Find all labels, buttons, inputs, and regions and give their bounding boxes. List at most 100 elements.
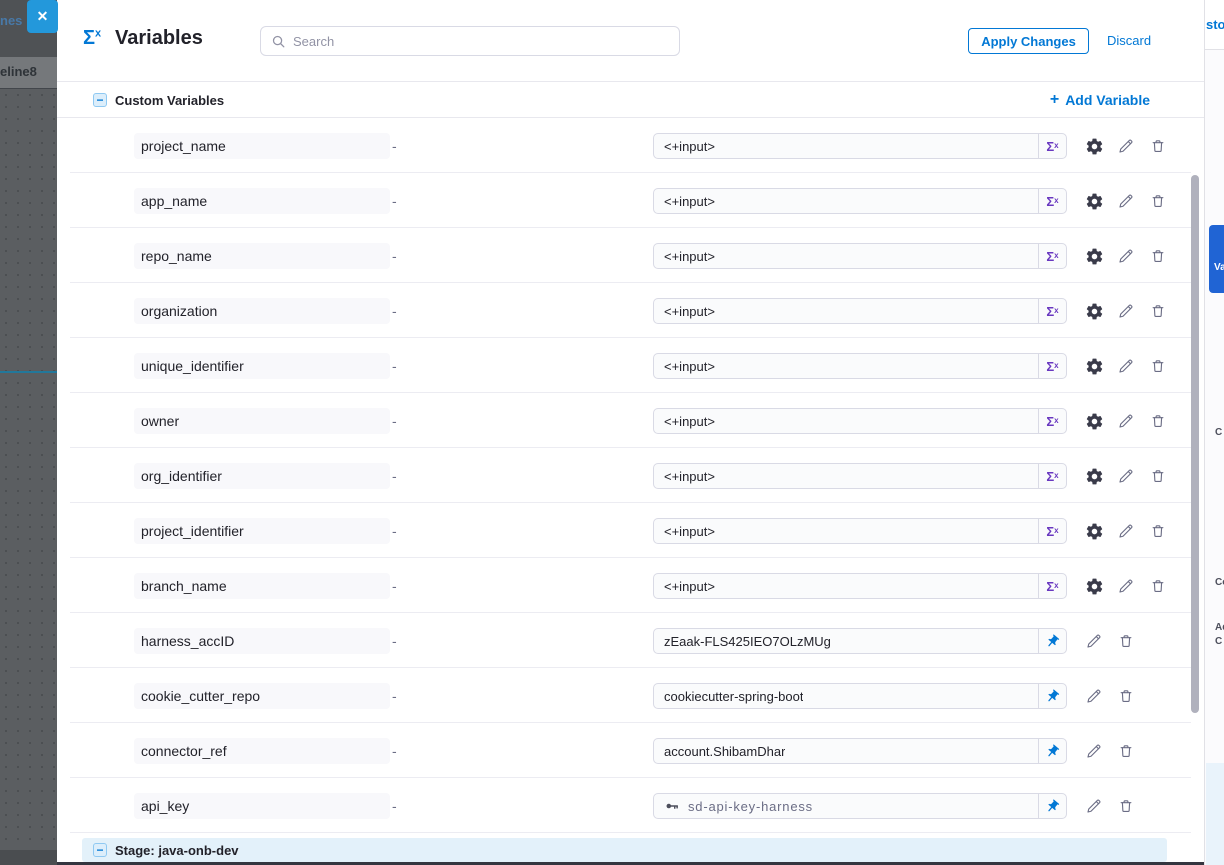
collapse-icon[interactable]: − (93, 843, 107, 857)
runtime-input-icon[interactable]: Σx (1038, 574, 1066, 598)
search-input[interactable] (293, 34, 669, 49)
edit-icon[interactable] (1115, 190, 1137, 212)
runtime-input-icon[interactable]: Σx (1038, 519, 1066, 543)
variable-value-input[interactable]: <+input> Σx (653, 243, 1067, 269)
runtime-input-icon[interactable]: Σx (1038, 354, 1066, 378)
edit-icon[interactable] (1083, 795, 1105, 817)
delete-icon[interactable] (1147, 575, 1169, 597)
custom-variables-section-header: − Custom Variables + Add Variable (57, 83, 1204, 118)
tab-variables-active[interactable]: Va (1209, 225, 1224, 293)
settings-icon[interactable] (1083, 135, 1105, 157)
edit-icon[interactable] (1115, 465, 1137, 487)
variable-row: branch_name - <+input> Σx (70, 558, 1191, 613)
pin-icon[interactable] (1038, 739, 1066, 763)
right-nav-rail: stor Va C Co Ad C (1204, 0, 1224, 865)
edit-icon[interactable] (1115, 245, 1137, 267)
variable-value-input[interactable]: <+input> Σx (653, 408, 1067, 434)
variable-name: repo_name (134, 243, 390, 269)
variable-value-input[interactable]: <+input> Σx (653, 463, 1067, 489)
add-variable-button[interactable]: + Add Variable (1050, 91, 1150, 109)
runtime-input-icon[interactable]: Σx (1038, 464, 1066, 488)
pin-icon[interactable] (1038, 684, 1066, 708)
rail-tab-label-3-line1[interactable]: Ad (1215, 622, 1224, 633)
delete-icon[interactable] (1147, 135, 1169, 157)
pin-icon[interactable] (1038, 794, 1066, 818)
variable-value-input[interactable]: <+input> Σx (653, 133, 1067, 159)
edit-icon[interactable] (1083, 630, 1105, 652)
edit-icon[interactable] (1083, 740, 1105, 762)
delete-icon[interactable] (1115, 795, 1137, 817)
delete-icon[interactable] (1147, 465, 1169, 487)
delete-icon[interactable] (1147, 520, 1169, 542)
settings-icon[interactable] (1083, 410, 1105, 432)
variable-row: organization - <+input> Σx (70, 283, 1191, 338)
variable-name: project_identifier (134, 518, 390, 544)
delete-icon[interactable] (1147, 355, 1169, 377)
variable-type-dash: - (392, 188, 397, 214)
settings-icon[interactable] (1083, 520, 1105, 542)
edit-icon[interactable] (1115, 135, 1137, 157)
rail-tab-label-3-line2[interactable]: C (1215, 636, 1222, 647)
variable-row: api_key - sd-api-key-harness Σx (70, 778, 1191, 833)
edit-icon[interactable] (1115, 355, 1137, 377)
history-link-fragment[interactable]: stor (1206, 17, 1224, 32)
close-icon[interactable]: ✕ (27, 0, 58, 33)
canvas-connector-line (0, 371, 57, 373)
variable-row: project_identifier - <+input> Σx (70, 503, 1191, 558)
variable-value: <+input> (664, 524, 715, 539)
rail-tab-label-1[interactable]: C (1215, 427, 1222, 438)
variable-row: repo_name - <+input> Σx (70, 228, 1191, 283)
runtime-input-icon[interactable]: Σx (1038, 409, 1066, 433)
rail-tab-label-2[interactable]: Co (1215, 577, 1224, 588)
search-box[interactable] (260, 26, 680, 56)
collapse-icon[interactable]: − (93, 93, 107, 107)
delete-icon[interactable] (1147, 190, 1169, 212)
edit-icon[interactable] (1115, 575, 1137, 597)
settings-icon[interactable] (1083, 190, 1105, 212)
edit-icon[interactable] (1115, 520, 1137, 542)
runtime-input-icon[interactable]: Σx (1038, 134, 1066, 158)
variable-type-dash: - (392, 243, 397, 269)
variable-name: unique_identifier (134, 353, 390, 379)
variable-value-input[interactable]: sd-api-key-harness Σx (653, 793, 1067, 819)
variable-type-dash: - (392, 793, 397, 819)
discard-button[interactable]: Discard (1107, 33, 1151, 48)
row-actions (1083, 300, 1169, 322)
variable-value-input[interactable]: account.ShibamDhar Σx (653, 738, 1067, 764)
runtime-input-icon[interactable]: Σx (1038, 189, 1066, 213)
delete-icon[interactable] (1147, 300, 1169, 322)
variable-name: organization (134, 298, 390, 324)
settings-icon[interactable] (1083, 245, 1105, 267)
variable-value-input[interactable]: <+input> Σx (653, 518, 1067, 544)
variable-value-input[interactable]: <+input> Σx (653, 353, 1067, 379)
settings-icon[interactable] (1083, 355, 1105, 377)
settings-icon[interactable] (1083, 575, 1105, 597)
variable-value-input[interactable]: <+input> Σx (653, 573, 1067, 599)
variable-value-input[interactable]: zEaak-FLS425IEO7OLzMUg Σx (653, 628, 1067, 654)
pin-icon[interactable] (1038, 629, 1066, 653)
runtime-input-icon[interactable]: Σx (1038, 299, 1066, 323)
delete-icon[interactable] (1115, 630, 1137, 652)
stage-section-header[interactable]: − Stage: java-onb-dev (82, 838, 1167, 862)
variable-value-input[interactable]: <+input> Σx (653, 188, 1067, 214)
delete-icon[interactable] (1147, 245, 1169, 267)
edit-icon[interactable] (1115, 410, 1137, 432)
vertical-scrollbar[interactable] (1191, 175, 1199, 713)
rail-top-section: stor (1205, 0, 1224, 50)
row-actions (1083, 410, 1169, 432)
settings-icon[interactable] (1083, 465, 1105, 487)
variable-value-input[interactable]: <+input> Σx (653, 298, 1067, 324)
edit-icon[interactable] (1083, 685, 1105, 707)
runtime-input-icon[interactable]: Σx (1038, 244, 1066, 268)
variable-value-input[interactable]: cookiecutter-spring-boot Σx (653, 683, 1067, 709)
row-actions (1083, 685, 1137, 707)
variable-value: sd-api-key-harness (688, 799, 813, 814)
delete-icon[interactable] (1115, 685, 1137, 707)
edit-icon[interactable] (1115, 300, 1137, 322)
delete-icon[interactable] (1147, 410, 1169, 432)
apply-changes-button[interactable]: Apply Changes (968, 28, 1089, 54)
variable-value: zEaak-FLS425IEO7OLzMUg (664, 634, 831, 649)
delete-icon[interactable] (1115, 740, 1137, 762)
row-actions (1083, 630, 1137, 652)
settings-icon[interactable] (1083, 300, 1105, 322)
